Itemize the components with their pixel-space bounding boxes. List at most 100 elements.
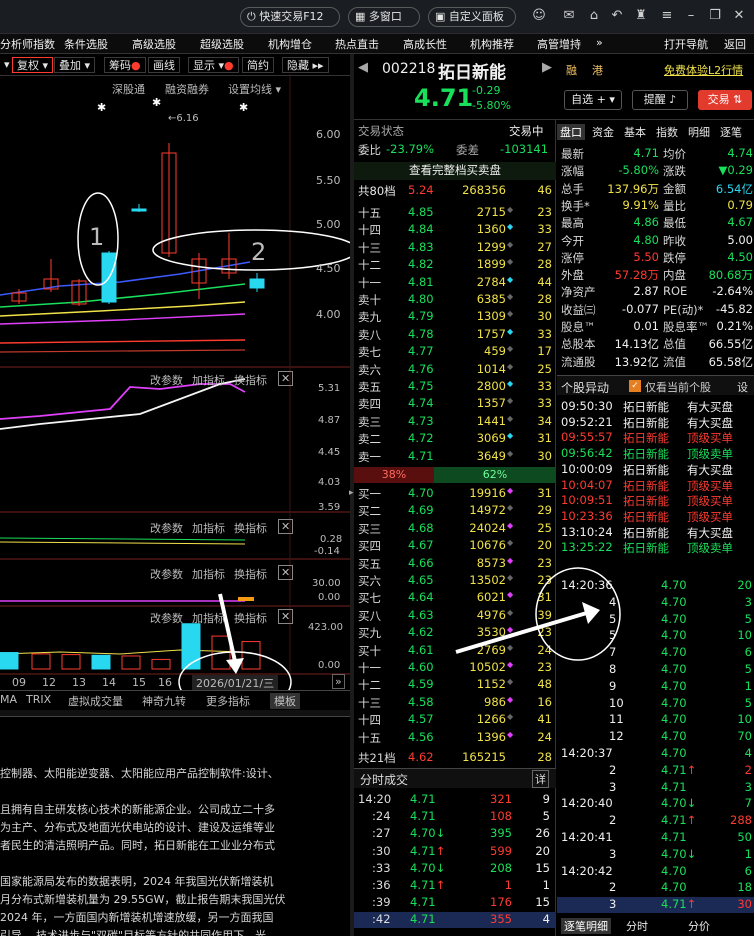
fenshi-detail-button[interactable]: 详 [532, 770, 549, 788]
ind1-add-button[interactable]: 加指标 [192, 372, 225, 388]
ind1-close-icon[interactable]: ✕ [278, 371, 294, 386]
l2-trial-link[interactable]: 免费体验L2行情 [664, 62, 743, 78]
detail-bottom-tab[interactable]: 分价 [685, 918, 713, 934]
ind1-switch-button[interactable]: 换指标 [234, 372, 267, 388]
ind1-param-button[interactable]: 改参数 [150, 372, 183, 388]
multi-window-button[interactable]: ▦ 多窗口 [348, 7, 420, 27]
tab-more-indicators[interactable]: 更多指标 [206, 693, 250, 709]
ask-row[interactable]: 十四 4.84 1360 ◆ 33 [354, 222, 556, 239]
ask-row[interactable]: 卖三 4.73 1441 ◆ 34 [354, 414, 556, 431]
alert-button[interactable]: 提醒 ♪ [632, 90, 688, 110]
ask-row[interactable]: 卖七 4.77 459 ◆ 17 [354, 344, 556, 361]
bid-row[interactable]: 十二 4.59 1152 ◆ 48 [354, 677, 556, 694]
ask-row[interactable]: 十一 4.81 2784 ◆ 44 [354, 275, 556, 292]
bid-row[interactable]: 买三 4.68 24024 ◆ 25 [354, 521, 556, 538]
ask-row[interactable]: 十二 4.82 1899 ◆ 28 [354, 257, 556, 274]
next-stock-icon[interactable]: ▶ [542, 60, 552, 75]
home-icon[interactable]: ⌂ [585, 7, 603, 25]
menu-high-growth[interactable]: 高成长性 [403, 36, 447, 52]
menu-executive-buy[interactable]: 高管增持 [537, 36, 581, 52]
ask-row[interactable]: 卖二 4.72 3069 ◆ 31 [354, 431, 556, 448]
ask-row[interactable]: 卖八 4.78 1757 ◆ 33 [354, 327, 556, 344]
detail-tab[interactable]: 逐笔 [717, 124, 745, 140]
ind3-close-icon[interactable]: ✕ [278, 565, 294, 580]
menu-analyst-index[interactable]: 分析师指数 [0, 36, 55, 52]
detail-tab[interactable]: 明细 [685, 124, 713, 140]
alert-row[interactable]: 13:25:22 拓日新能 顶级卖单 [557, 540, 754, 556]
ind2-switch-button[interactable]: 换指标 [234, 520, 267, 536]
ask-row[interactable]: 卖九 4.79 1309 ◆ 30 [354, 309, 556, 326]
custom-panel-button[interactable]: ▣ 自定义面板 [428, 7, 516, 27]
ask-row[interactable]: 卖五 4.75 2800 ◆ 33 [354, 379, 556, 396]
menu-advanced-pick[interactable]: 高级选股 [132, 36, 176, 52]
tab-trix[interactable]: TRIX [26, 693, 51, 706]
bid-row[interactable]: 十五 4.56 1396 ◆ 24 [354, 730, 556, 747]
ind3-add-button[interactable]: 加指标 [192, 566, 225, 582]
skin-icon[interactable]: ♜ [632, 7, 650, 25]
bid-row[interactable]: 十一 4.60 10502 ◆ 23 [354, 660, 556, 677]
ind4-switch-button[interactable]: 换指标 [234, 610, 267, 626]
ind2-add-button[interactable]: 加指标 [192, 520, 225, 536]
alert-row[interactable]: 10:04:07 拓日新能 顶级买单 [557, 478, 754, 494]
tab-template[interactable]: 模板 [270, 693, 300, 709]
alerts-settings-button[interactable]: 设 [737, 379, 748, 395]
menu-condition-pick[interactable]: 条件选股 [64, 36, 108, 52]
menu-hotspot[interactable]: 热点直击 [335, 36, 379, 52]
bid-row[interactable]: 买四 4.67 10676 ◆ 20 [354, 538, 556, 555]
view-full-book-button[interactable]: 查看完整档买卖盘 [354, 162, 556, 180]
menu-return[interactable]: 返回 [724, 36, 746, 52]
detail-tab[interactable]: 盘口 [557, 124, 585, 140]
bid-row[interactable]: 十四 4.57 1266 ◆ 41 [354, 712, 556, 729]
trade-button[interactable]: 交易 ⇅ [698, 90, 752, 110]
bid-row[interactable]: 买二 4.69 14972 ◆ 29 [354, 503, 556, 520]
menu-super-pick[interactable]: 超级选股 [200, 36, 244, 52]
tab-virtual-volume[interactable]: 虚拟成交量 [68, 693, 123, 709]
mail-icon[interactable]: ✉ [560, 7, 578, 25]
ask-row[interactable]: 卖四 4.74 1357 ◆ 33 [354, 396, 556, 413]
ask-row[interactable]: 十五 4.85 2715 ◆ 23 [354, 205, 556, 222]
user-icon[interactable]: ☺ [530, 7, 548, 25]
detail-tab[interactable]: 基本 [621, 124, 649, 140]
menu-institution-add[interactable]: 机构增仓 [268, 36, 312, 52]
detail-tab[interactable]: 资金 [589, 124, 617, 140]
menu-institution-recommend[interactable]: 机构推荐 [470, 36, 514, 52]
tab-ma[interactable]: MA [0, 693, 17, 706]
menu-open-nav[interactable]: 打开导航 [664, 36, 708, 52]
alert-row[interactable]: 09:56:42 拓日新能 顶级卖单 [557, 446, 754, 462]
detail-bottom-tab[interactable]: 分时 [623, 918, 651, 934]
ask-row[interactable]: 卖一 4.71 3649 ◆ 30 [354, 449, 556, 466]
ind2-close-icon[interactable]: ✕ [278, 519, 294, 534]
back-icon[interactable]: ↶ [608, 7, 626, 25]
watchlist-button[interactable]: 自选 + ▾ [564, 90, 622, 110]
ind3-param-button[interactable]: 改参数 [150, 566, 183, 582]
detail-bottom-tab[interactable]: 逐笔明细 [561, 918, 611, 934]
ind4-add-button[interactable]: 加指标 [192, 610, 225, 626]
ask-row[interactable]: 卖六 4.76 1014 ◆ 25 [354, 362, 556, 379]
alert-row[interactable]: 09:52:21 拓日新能 有大买盘 [557, 415, 754, 431]
only-current-checkbox[interactable]: ✓ [629, 380, 641, 392]
collapse-icon[interactable]: ▸ [349, 488, 354, 498]
bid-row[interactable]: 买一 4.70 19916 ◆ 31 [354, 486, 556, 503]
ind2-param-button[interactable]: 改参数 [150, 520, 183, 536]
bid-row[interactable]: 十三 4.58 986 ◆ 16 [354, 695, 556, 712]
detail-tab[interactable]: 指数 [653, 124, 681, 140]
prev-stock-icon[interactable]: ◀ [358, 60, 368, 75]
ind4-param-button[interactable]: 改参数 [150, 610, 183, 626]
alert-row[interactable]: 09:50:30 拓日新能 有大买盘 [557, 399, 754, 415]
ind3-switch-button[interactable]: 换指标 [234, 566, 267, 582]
tab-magic-nine[interactable]: 神奇九转 [142, 693, 186, 709]
alert-row[interactable]: 10:23:36 拓日新能 顶级买单 [557, 509, 754, 525]
close-icon[interactable]: ✕ [730, 7, 748, 25]
alert-row[interactable]: 10:00:09 拓日新能 有大买盘 [557, 462, 754, 478]
ask-row[interactable]: 十三 4.83 1299 ◆ 27 [354, 240, 556, 257]
alert-row[interactable]: 09:55:57 拓日新能 顶级买单 [557, 430, 754, 446]
ask-row[interactable]: 卖十 4.80 6385 ◆ 28 [354, 292, 556, 309]
quick-trade-button[interactable]: ⏻ 快速交易F12 [240, 7, 340, 27]
alert-row[interactable]: 10:09:51 拓日新能 顶级买单 [557, 493, 754, 509]
maximize-icon[interactable]: ❐ [706, 7, 724, 25]
menu-more[interactable]: » [596, 36, 603, 49]
alert-row[interactable]: 13:10:24 拓日新能 有大买盘 [557, 525, 754, 541]
ind4-close-icon[interactable]: ✕ [278, 609, 294, 624]
minimize-icon[interactable]: – [682, 7, 700, 25]
menu-icon[interactable]: ≡ [658, 7, 676, 25]
